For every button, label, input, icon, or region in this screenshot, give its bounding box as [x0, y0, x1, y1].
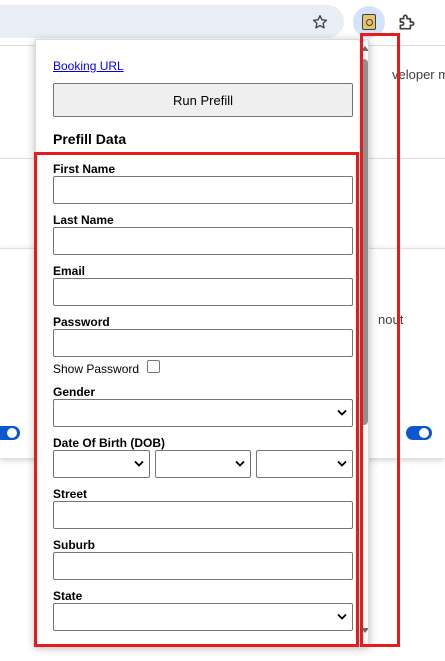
- dob-label: Date Of Birth (DOB): [53, 436, 165, 450]
- email-input[interactable]: [53, 278, 353, 306]
- background-card-text: nout: [378, 312, 404, 327]
- extensions-menu-button[interactable]: [392, 7, 422, 37]
- browser-toolbar: [0, 0, 445, 44]
- scroll-up-arrow-icon[interactable]: [361, 46, 368, 51]
- state-label: State: [53, 589, 83, 603]
- dob-month-select[interactable]: [155, 450, 251, 478]
- chevron-down-icon: [337, 460, 347, 467]
- chevron-down-icon: [134, 460, 144, 467]
- scrollbar-thumb[interactable]: [360, 59, 368, 425]
- dob-year-select[interactable]: [256, 450, 353, 478]
- background-toggle-right[interactable]: [406, 426, 432, 440]
- last-name-input[interactable]: [53, 227, 353, 255]
- suburb-label: Suburb: [53, 538, 95, 552]
- bookmark-star-button[interactable]: [306, 8, 334, 36]
- prefill-data-heading: Prefill Data: [53, 131, 127, 147]
- chevron-down-icon: [337, 409, 347, 416]
- first-name-input[interactable]: [53, 176, 353, 204]
- scroll-down-arrow-icon[interactable]: [361, 628, 368, 633]
- chevron-down-icon: [235, 460, 245, 467]
- extension-popup: Booking URL Run Prefill Prefill Data Fir…: [35, 39, 369, 646]
- puzzle-icon: [399, 14, 415, 30]
- show-password-checkbox[interactable]: [147, 360, 160, 373]
- email-label: Email: [53, 264, 86, 278]
- star-icon: [312, 15, 328, 29]
- gender-select[interactable]: [53, 399, 353, 427]
- dob-day-select[interactable]: [53, 450, 150, 478]
- last-name-label: Last Name: [53, 213, 114, 227]
- booking-url-link[interactable]: Booking URL: [53, 59, 124, 73]
- popup-content: Booking URL Run Prefill Prefill Data Fir…: [36, 40, 358, 645]
- extension-action-button[interactable]: [353, 6, 385, 38]
- chevron-down-icon: [337, 613, 347, 620]
- suburb-input[interactable]: [53, 552, 353, 580]
- password-input[interactable]: [53, 329, 353, 357]
- show-password-label: Show Password: [53, 362, 140, 376]
- run-prefill-button[interactable]: Run Prefill: [53, 83, 353, 117]
- street-input[interactable]: [53, 501, 353, 529]
- state-select[interactable]: [53, 603, 353, 631]
- password-label: Password: [53, 315, 110, 329]
- gender-label: Gender: [53, 385, 96, 399]
- first-name-label: First Name: [53, 162, 116, 176]
- popup-scrollbar[interactable]: [358, 40, 368, 645]
- background-toggle-left[interactable]: [0, 426, 20, 440]
- extension-badge-icon: [362, 14, 376, 30]
- street-label: Street: [53, 487, 88, 501]
- address-bar[interactable]: [0, 5, 344, 38]
- background-developer-mode-text: veloper mo: [392, 67, 445, 82]
